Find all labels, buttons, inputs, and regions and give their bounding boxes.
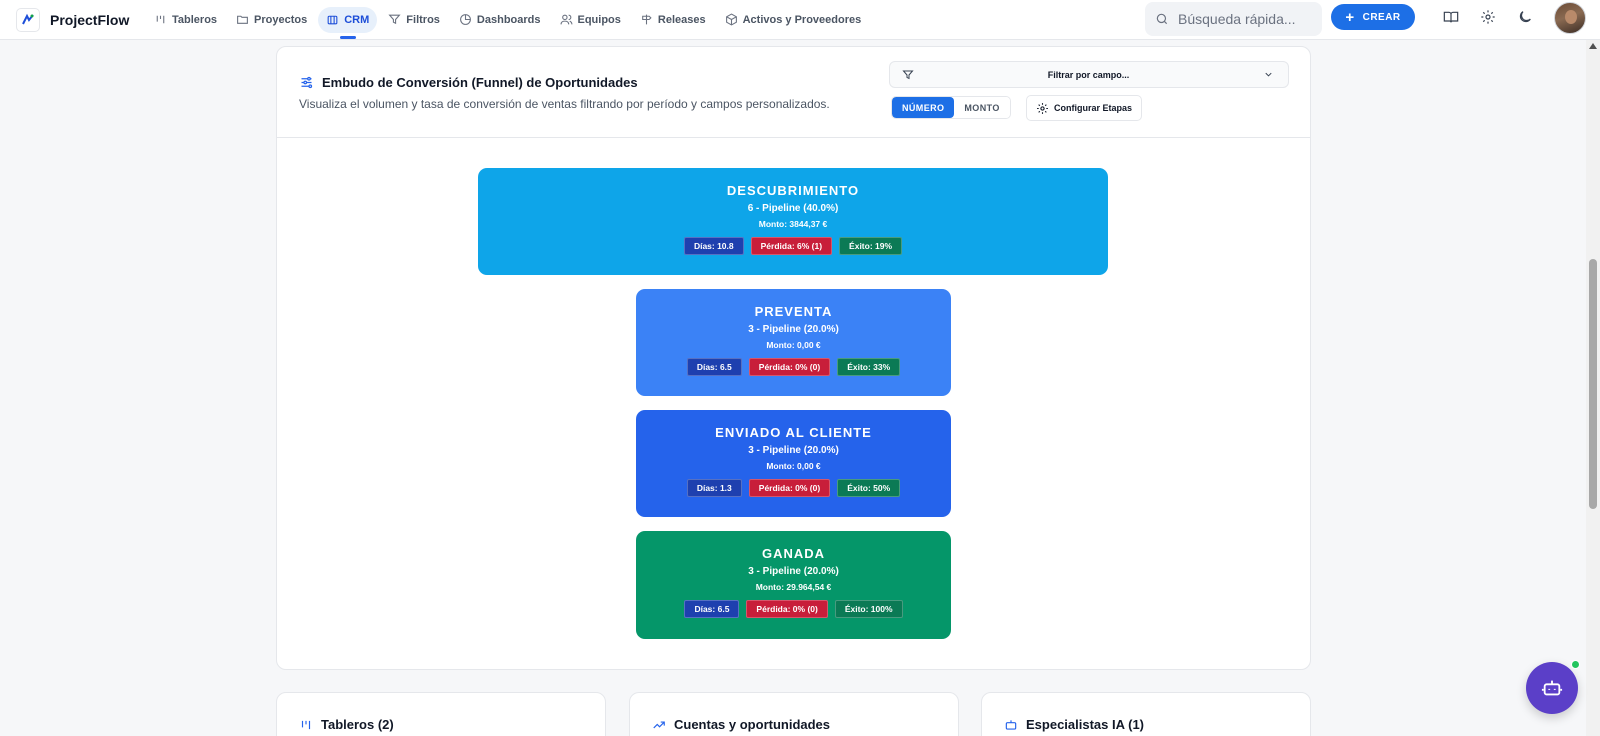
filter-icon [902,70,914,79]
box-icon [725,13,737,26]
ai-specialists-card[interactable]: Especialistas IA (1) [981,692,1311,736]
success-badge: Éxito: 19% [839,237,903,255]
brand[interactable]: ProjectFlow [16,7,146,32]
stage-pipeline: 3 - Pipeline (20.0%) [748,445,839,456]
ai-specialists-card-title: Especialistas IA (1) [1026,717,1145,732]
funnel-title: Embudo de Conversión (Funnel) de Oportun… [322,75,638,90]
accounts-card-title: Cuentas y oportunidades [674,717,831,732]
days-badge: Días: 1.3 [686,479,742,497]
stage-name: PREVENTA [754,304,833,319]
funnel-stage-ganada[interactable]: GANADA 3 - Pipeline (20.0%) Monto: 29.96… [636,531,951,639]
boards-card-title: Tableros (2) [321,717,394,732]
loss-badge: Pérdida: 0% (0) [748,358,831,376]
funnel-subtitle: Visualiza el volumen y tasa de conversió… [299,97,830,111]
accounts-opportunities-card[interactable]: Cuentas y oportunidades [629,692,959,736]
folder-icon [237,15,248,24]
success-badge: Éxito: 100% [834,600,903,618]
days-badge: Días: 10.8 [683,237,744,255]
top-navbar: ProjectFlow Tableros Proyectos CRM Filtr… [0,0,1600,40]
configure-stages-button[interactable]: Configurar Etapas [1026,95,1143,121]
nav-item-dashboards[interactable]: Dashboards [451,7,549,33]
days-badge: Días: 6.5 [684,600,740,618]
loss-badge: Pérdida: 6% (1) [750,237,833,255]
app-name: ProjectFlow [50,11,130,28]
stage-amount: Monto: 0,00 € [766,461,821,471]
loss-badge: Pérdida: 0% (0) [746,600,828,618]
stage-name: DESCUBRIMIENTO [726,183,860,198]
nav-item-filtros[interactable]: Filtros [380,7,448,33]
metric-toggle: NÚMERO MONTO [891,96,1011,119]
funnel-stage-preventa[interactable]: PREVENTA 3 - Pipeline (20.0%) Monto: 0,0… [636,289,951,396]
stage-name: ENVIADO AL CLIENTE [715,425,872,440]
quick-search[interactable] [1145,2,1322,36]
kanban-icon [156,15,165,24]
search-icon [1156,13,1168,25]
stage-amount: Monto: 29.964,54 € [755,582,832,592]
plus-icon: + [1345,8,1355,26]
scroll-thumb[interactable] [1589,259,1597,509]
stage-amount: Monto: 0,00 € [766,340,821,350]
stage-pipeline: 3 - Pipeline (20.0%) [748,324,839,335]
trending-up-icon [653,721,665,728]
success-badge: Éxito: 50% [837,479,901,497]
search-input[interactable] [1178,11,1318,27]
gear-icon[interactable] [1480,9,1498,27]
toggle-amount-button[interactable]: MONTO [954,97,1010,118]
funnel-stage-enviado-al-cliente[interactable]: ENVIADO AL CLIENTE 3 - Pipeline (20.0%) … [636,410,951,517]
chevron-down-icon [1265,72,1272,77]
stage-amount: Monto: 3844,37 € [758,219,828,229]
nav-item-proyectos[interactable]: Proyectos [228,7,315,33]
moon-icon[interactable] [1517,9,1535,27]
funnel-card-header: Embudo de Conversión (Funnel) de Oportun… [277,47,1310,138]
create-button[interactable]: + CREAR [1331,4,1415,30]
success-badge: Éxito: 33% [837,358,901,376]
bot-icon [1005,719,1017,730]
users-icon [560,14,572,25]
building-icon [327,15,338,25]
ai-assistant-button[interactable] [1526,662,1578,714]
main-nav: Tableros Proyectos CRM Filtros Dashboard… [146,0,872,40]
page-scrollbar[interactable] [1586,40,1600,736]
nav-item-tableros[interactable]: Tableros [146,7,225,33]
days-badge: Días: 6.5 [686,358,742,376]
stage-pipeline: 6 - Pipeline (40.0%) [747,203,839,214]
signpost-icon [642,14,652,25]
funnel-stage-descubrimiento[interactable]: DESCUBRIMIENTO 6 - Pipeline (40.0%) Mont… [478,168,1108,275]
nav-item-releases[interactable]: Releases [632,7,714,33]
scroll-up-arrow-icon[interactable] [1589,43,1597,49]
bot-icon [1541,680,1563,696]
nav-item-equipos[interactable]: Equipos [552,7,629,33]
gear-icon [1037,102,1048,114]
online-status-dot [1571,660,1580,669]
filter-icon [388,14,401,25]
nav-item-activos-proveedores[interactable]: Activos y Proveedores [717,7,870,33]
loss-badge: Pérdida: 0% (0) [748,479,831,497]
book-icon[interactable] [1443,9,1461,27]
stage-name: GANADA [761,546,826,561]
sliders-icon [301,76,313,89]
nav-item-crm[interactable]: CRM [318,6,378,39]
kanban-icon [301,720,311,729]
stage-pipeline: 3 - Pipeline (20.0%) [748,566,839,577]
toggle-number-button[interactable]: NÚMERO [892,97,955,118]
field-filter-label: Filtrar por campo... [1047,69,1130,80]
field-filter-select[interactable]: Filtrar por campo... [889,61,1289,88]
user-avatar[interactable] [1554,2,1586,34]
app-logo-icon [16,7,40,32]
boards-card[interactable]: Tableros (2) [276,692,606,736]
pie-chart-icon [460,14,471,25]
